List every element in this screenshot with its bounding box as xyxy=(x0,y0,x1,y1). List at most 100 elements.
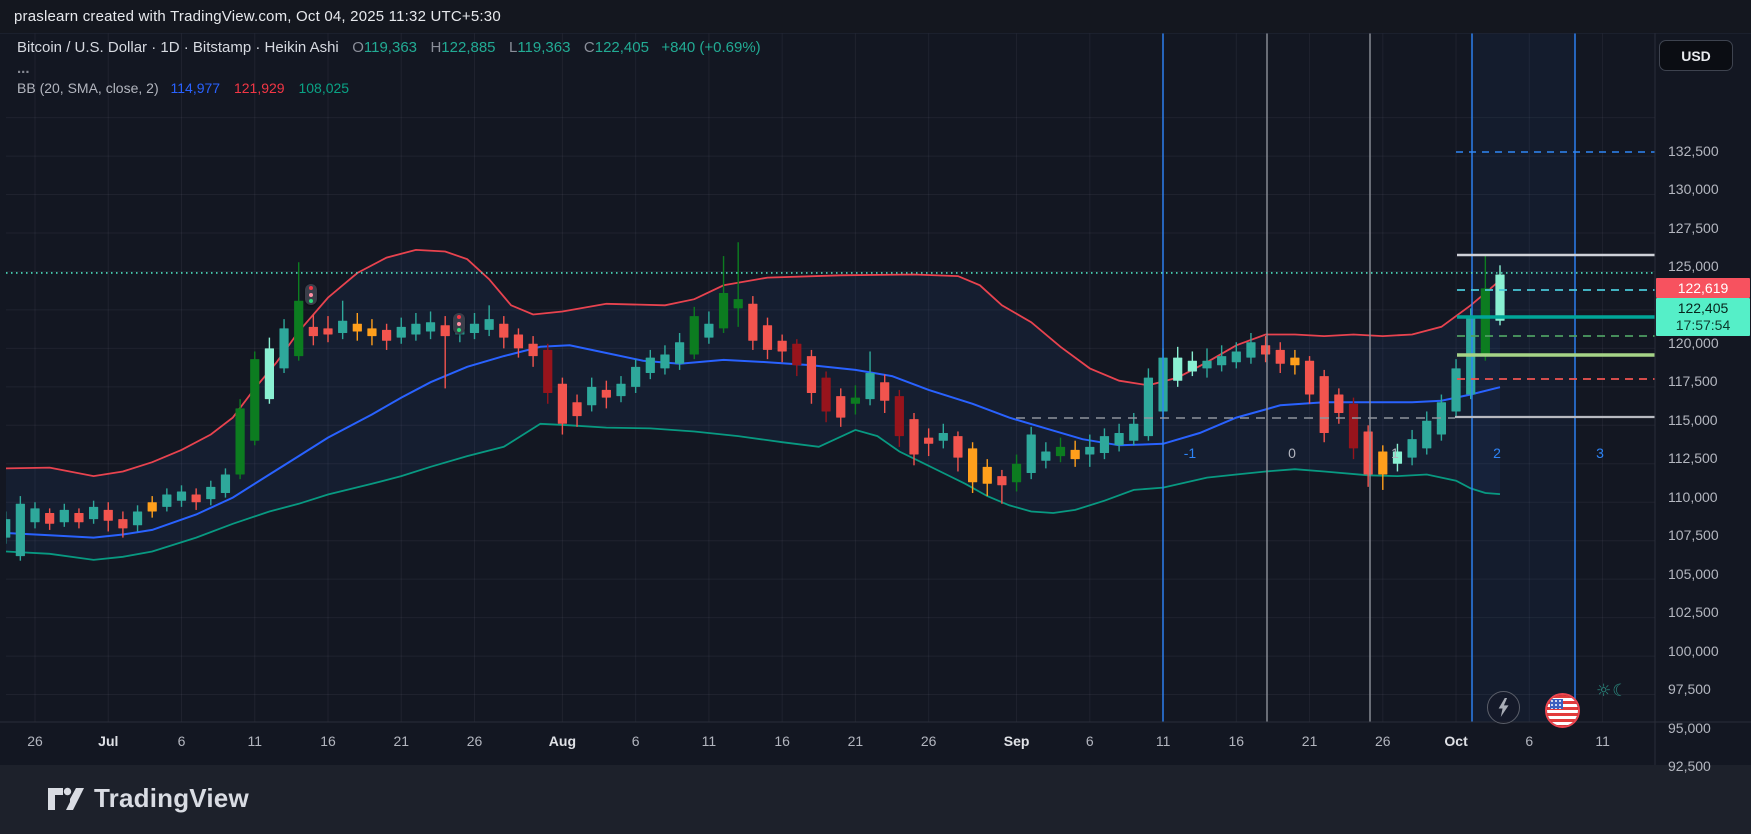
candle xyxy=(382,330,391,341)
symbol-row[interactable]: Bitcoin / U.S. Dollar · 1D · Bitstamp · … xyxy=(17,39,761,57)
candle xyxy=(763,325,772,350)
candle xyxy=(1246,342,1255,357)
candle xyxy=(250,359,259,441)
candle xyxy=(1202,361,1211,369)
candle xyxy=(1,519,10,537)
time-tick: 26 xyxy=(921,733,937,749)
candle xyxy=(206,487,215,499)
price-tick: 127,500 xyxy=(1668,220,1719,236)
candle xyxy=(1276,350,1285,364)
candle xyxy=(734,299,743,308)
price-tick: 117,500 xyxy=(1668,373,1718,389)
candle xyxy=(1173,358,1182,381)
candle xyxy=(939,433,948,441)
candle xyxy=(778,341,787,352)
cycle-label: 1 xyxy=(1391,445,1399,461)
candle xyxy=(602,390,611,398)
time-tick: 16 xyxy=(774,733,790,749)
candle xyxy=(470,324,479,333)
close-label: C xyxy=(584,39,595,56)
chart-area[interactable]: Bitcoin / U.S. Dollar · 1D · Bitstamp · … xyxy=(0,33,1751,765)
price-tick: 95,000 xyxy=(1668,720,1711,736)
time-tick: Oct xyxy=(1444,733,1467,749)
candle xyxy=(441,325,450,336)
candle xyxy=(1071,450,1080,459)
tradingview-logo-icon xyxy=(47,784,84,814)
time-tick: 6 xyxy=(178,733,186,749)
candle xyxy=(1320,376,1329,433)
candle xyxy=(587,387,596,405)
bar-countdown: 17:57:54 xyxy=(1676,317,1731,334)
price-tick: 112,500 xyxy=(1668,450,1718,466)
candle xyxy=(1305,361,1314,395)
theme-day-night-icon[interactable]: ☼☾ xyxy=(1596,681,1628,701)
time-tick: 16 xyxy=(1229,733,1245,749)
candle xyxy=(397,327,406,338)
candle xyxy=(323,328,332,334)
cycle-label: 3 xyxy=(1596,445,1604,461)
candle xyxy=(1364,431,1373,474)
candle xyxy=(367,328,376,336)
chart-legend: Bitcoin / U.S. Dollar · 1D · Bitstamp · … xyxy=(17,39,761,96)
attribution-text: praslearn created with TradingView.com, … xyxy=(14,8,501,25)
open-label: O xyxy=(352,39,364,56)
price-chart-canvas[interactable] xyxy=(0,33,1751,765)
candle xyxy=(133,511,142,525)
candle xyxy=(704,324,713,338)
candle xyxy=(1349,404,1358,449)
country-flag-button[interactable] xyxy=(1545,693,1580,728)
candle xyxy=(236,408,245,474)
candle xyxy=(426,322,435,331)
chart-plot-group[interactable] xyxy=(1,33,1655,733)
open-value: 119,363 xyxy=(364,39,417,56)
candle xyxy=(89,507,98,519)
bb-indicator-row[interactable]: BB (20, SMA, close, 2) 114,977 121,929 1… xyxy=(17,80,761,96)
candle xyxy=(338,321,347,333)
price-tick: 130,000 xyxy=(1668,181,1719,197)
candle xyxy=(104,510,113,521)
candle xyxy=(660,355,669,369)
price-tick: 100,000 xyxy=(1668,643,1719,659)
candle xyxy=(646,358,655,373)
candle xyxy=(353,324,362,332)
candle xyxy=(1012,464,1021,482)
candle xyxy=(148,502,157,511)
time-tick: 16 xyxy=(320,733,336,749)
candle xyxy=(265,348,274,399)
candle xyxy=(997,476,1006,485)
price-tick: 105,000 xyxy=(1668,566,1719,582)
candle xyxy=(60,510,69,522)
candle xyxy=(880,382,889,400)
candle xyxy=(221,475,230,493)
candle xyxy=(485,319,494,330)
candle xyxy=(529,344,538,356)
bb-lower-value: 108,025 xyxy=(298,80,349,96)
symbol-title[interactable]: Bitcoin / U.S. Dollar · 1D · Bitstamp · … xyxy=(17,39,339,56)
more-indicators-ellipsis[interactable]: ... xyxy=(17,62,761,76)
current-price-value: 122,405 xyxy=(1678,300,1729,317)
candle xyxy=(1115,433,1124,445)
candle xyxy=(983,467,992,484)
candle xyxy=(1100,436,1109,453)
candle xyxy=(865,373,874,399)
candle xyxy=(792,344,801,366)
price-tick: 132,500 xyxy=(1668,143,1719,159)
currency-toggle-button[interactable]: USD xyxy=(1659,40,1733,71)
instant-order-button[interactable] xyxy=(1487,691,1520,724)
price-tick: 107,500 xyxy=(1668,527,1719,543)
cycle-label: -1 xyxy=(1184,445,1196,461)
tradingview-brand[interactable]: TradingView xyxy=(47,783,249,814)
candle xyxy=(294,301,303,356)
candle xyxy=(953,436,962,458)
price-tick: 102,500 xyxy=(1668,604,1719,620)
time-tick: 26 xyxy=(27,733,43,749)
price-tick: 97,500 xyxy=(1668,681,1711,697)
candle xyxy=(1129,424,1138,441)
high-label: H xyxy=(430,39,441,56)
candle xyxy=(514,335,523,349)
candle xyxy=(1085,447,1094,455)
candle xyxy=(1378,451,1387,474)
candle xyxy=(45,513,54,524)
candle xyxy=(1408,439,1417,457)
bb-indicator-label[interactable]: BB (20, SMA, close, 2) xyxy=(17,80,159,96)
